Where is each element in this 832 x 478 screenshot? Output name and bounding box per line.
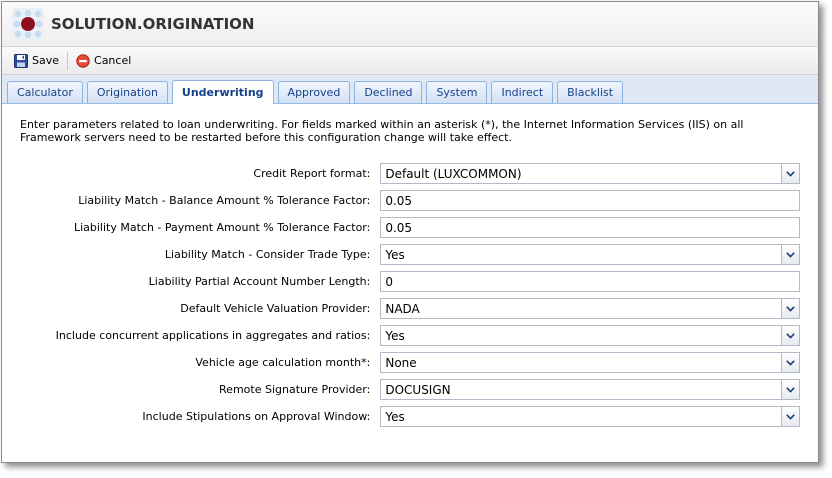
form-row-vehicle-age-calculation-month: Vehicle age calculation month*: None [20, 351, 800, 374]
app-window: SOLUTION.ORIGINATION Save Cancel Calcula… [1, 1, 819, 463]
form-row-credit-report-format: Credit Report format: Default (LUXCOMMON) [20, 162, 800, 185]
field-label: Liability Match - Consider Trade Type: [164, 248, 371, 261]
field-label: Liability Match - Payment Amount % Toler… [73, 221, 371, 234]
dropdown-remote-signature-provider[interactable]: DOCUSIGN [380, 379, 800, 400]
save-button[interactable]: Save [10, 51, 63, 71]
text-input-liability-match-payment-amount-tolerance-factor[interactable]: 0.05 [380, 217, 800, 238]
dropdown-trigger[interactable] [781, 245, 799, 264]
chevron-down-icon [786, 359, 795, 366]
chevron-down-icon [786, 332, 795, 339]
form-row-liability-partial-account-number-length: Liability Partial Account Number Length:… [20, 270, 800, 293]
field-label: Liability Partial Account Number Length: [148, 275, 371, 288]
save-label: Save [32, 54, 60, 67]
app-logo-icon [12, 8, 44, 40]
dropdown-liability-match-consider-trade-type[interactable]: Yes [380, 244, 800, 265]
form-row-liability-match-payment-amount-tolerance-factor: Liability Match - Payment Amount % Toler… [20, 216, 800, 239]
field-value: None [385, 355, 417, 370]
tab-indirect[interactable]: Indirect [491, 81, 554, 103]
dropdown-credit-report-format[interactable]: Default (LUXCOMMON) [380, 163, 800, 184]
dropdown-include-stipulations-on-approval-window[interactable]: Yes [380, 406, 800, 427]
cancel-icon [76, 53, 90, 68]
chevron-down-icon [786, 386, 795, 393]
cancel-button[interactable]: Cancel [72, 51, 135, 71]
text-input-liability-partial-account-number-length[interactable]: 0 [380, 271, 800, 292]
field-value: Yes [385, 409, 405, 424]
form-row-default-vehicle-valuation-provider: Default Vehicle Valuation Provider: NADA [20, 297, 800, 320]
dropdown-trigger[interactable] [781, 164, 799, 183]
chevron-down-icon [786, 170, 795, 177]
field-value: NADA [385, 301, 420, 316]
chevron-down-icon [786, 413, 795, 420]
field-label: Include Stipulations on Approval Window: [142, 410, 371, 423]
tab-blacklist[interactable]: Blacklist [557, 81, 624, 103]
field-label: Include concurrent applications in aggre… [55, 329, 371, 342]
dropdown-vehicle-age-calculation-month[interactable]: None [380, 352, 800, 373]
field-value: Yes [385, 328, 405, 343]
dropdown-trigger[interactable] [781, 380, 799, 399]
field-label: Remote Signature Provider: [219, 383, 371, 396]
form-row-remote-signature-provider: Remote Signature Provider: DOCUSIGN [20, 378, 800, 401]
title-bar: SOLUTION.ORIGINATION [2, 2, 818, 47]
dropdown-include-concurrent-applications-in-aggregates-and-ratios[interactable]: Yes [380, 325, 800, 346]
tab-strip: Calculator Origination Underwriting Appr… [2, 75, 818, 104]
tab-origination[interactable]: Origination [86, 81, 168, 103]
dropdown-default-vehicle-valuation-provider[interactable]: NADA [380, 298, 800, 319]
field-value: 0.05 [385, 193, 413, 208]
dropdown-trigger[interactable] [781, 299, 799, 318]
field-label: Credit Report format: [253, 167, 371, 180]
cancel-label: Cancel [94, 54, 132, 67]
dropdown-trigger[interactable] [781, 326, 799, 345]
form-row-liability-match-balance-amount-tolerance-factor: Liability Match - Balance Amount % Toler… [20, 189, 800, 212]
toolbar-separator [67, 51, 69, 70]
field-value: Yes [385, 247, 405, 262]
chevron-down-icon [786, 305, 795, 312]
field-value: Default (LUXCOMMON) [385, 166, 522, 181]
field-value: 0 [385, 274, 393, 289]
text-input-liability-match-balance-amount-tolerance-factor[interactable]: 0.05 [380, 190, 800, 211]
underwriting-form: Credit Report format: Default (LUXCOMMON)… [20, 162, 800, 428]
field-label: Default Vehicle Valuation Provider: [180, 302, 371, 315]
underwriting-panel: Enter parameters related to loan underwr… [2, 104, 818, 428]
tab-underwriting[interactable]: Underwriting [171, 80, 274, 104]
field-value: 0.05 [385, 220, 413, 235]
form-row-include-concurrent-applications-in-aggregates-and-ratios: Include concurrent applications in aggre… [20, 324, 800, 347]
app-title: SOLUTION.ORIGINATION [51, 15, 255, 33]
tab-approved[interactable]: Approved [277, 81, 351, 103]
tab-calculator[interactable]: Calculator [7, 81, 83, 103]
tab-system[interactable]: System [426, 81, 488, 103]
toolbar: Save Cancel [2, 47, 818, 75]
field-label: Vehicle age calculation month*: [195, 356, 371, 369]
form-row-liability-match-consider-trade-type: Liability Match - Consider Trade Type: Ye… [20, 243, 800, 266]
tab-declined[interactable]: Declined [354, 81, 423, 103]
field-label: Liability Match - Balance Amount % Toler… [78, 194, 371, 207]
chevron-down-icon [786, 251, 795, 258]
dropdown-trigger[interactable] [781, 353, 799, 372]
dropdown-trigger[interactable] [781, 407, 799, 426]
floppy-disk-icon [14, 53, 28, 68]
field-value: DOCUSIGN [385, 382, 451, 397]
panel-description: Enter parameters related to loan underwr… [20, 118, 744, 144]
form-row-include-stipulations-on-approval-window: Include Stipulations on Approval Window:… [20, 405, 800, 428]
